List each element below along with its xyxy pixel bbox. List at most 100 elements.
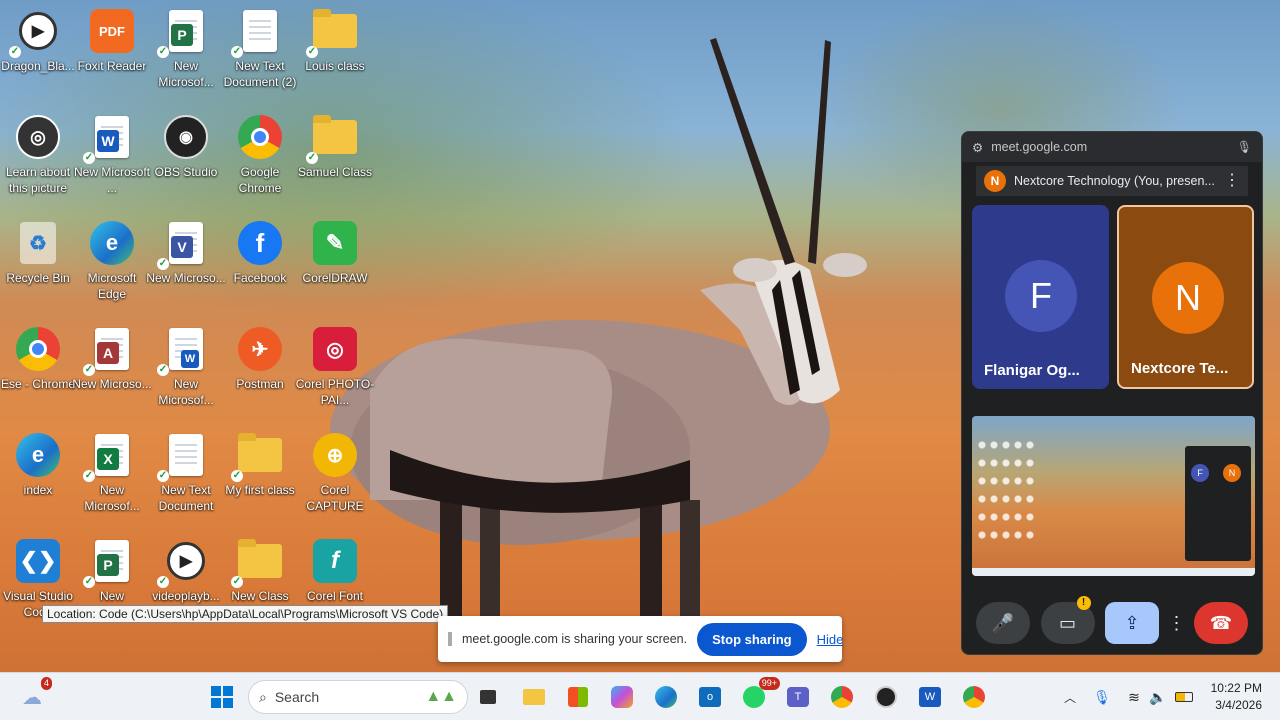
- coreldraw-icon: ✎: [313, 221, 357, 265]
- participant-tile[interactable]: F Flanigar Og...: [972, 205, 1109, 389]
- desktop-icon-facebook[interactable]: f Facebook: [222, 220, 298, 286]
- sync-check-icon: ✓: [306, 46, 318, 58]
- desktop-icon-project-2[interactable]: P ✓ New: [74, 538, 150, 604]
- desktop-icon-index[interactable]: e index: [0, 432, 76, 498]
- participant-name: Nextcore Te...: [1131, 360, 1229, 377]
- desktop-icon-text-doc-2[interactable]: ✓ New Text Document (2): [222, 8, 298, 90]
- chrome-profile-taskbar-button[interactable]: [958, 681, 990, 713]
- meet-presenter-header: N Nextcore Technology (You, presen... ⋮: [976, 166, 1248, 196]
- wallpaper-oryx: [330, 38, 867, 640]
- sync-check-icon: ✓: [157, 576, 169, 588]
- sync-check-icon: ✓: [231, 470, 243, 482]
- desktop-icon-new-class[interactable]: ✓ New Class: [222, 538, 298, 604]
- desktop-icon-foxit[interactable]: PDF Foxit Reader: [74, 8, 150, 74]
- desktop-icon-coreldraw[interactable]: ✎ CorelDRAW: [297, 220, 373, 286]
- obs-icon: [875, 686, 897, 708]
- teams-button[interactable]: T: [782, 681, 814, 713]
- desktop-icon-corel-capture[interactable]: ⊕ Corel CAPTURE: [297, 432, 373, 514]
- more-options-button[interactable]: ⋮: [1167, 602, 1186, 644]
- start-button[interactable]: [206, 681, 238, 713]
- desktop-icon-videoplayback[interactable]: ▶ ✓ videoplayb...: [148, 538, 224, 604]
- desktop-icon-learn-picture[interactable]: ◎ Learn about this picture: [0, 114, 76, 196]
- mic-tray-button[interactable]: 🎙: [1086, 681, 1118, 713]
- camera-button[interactable]: ▭!: [1040, 596, 1095, 644]
- sync-check-icon: ✓: [231, 576, 243, 588]
- folder-icon: [238, 539, 282, 578]
- desktop-icon-visio[interactable]: V ✓ New Microso...: [146, 220, 226, 286]
- desktop-icon-project[interactable]: P ✓ New Microsof...: [148, 8, 224, 90]
- obs-taskbar-button[interactable]: [870, 681, 902, 713]
- chrome-icon: [831, 686, 853, 708]
- more-options-icon: ⋮: [1167, 612, 1186, 633]
- preview-taskbar: [972, 568, 1255, 576]
- sync-check-icon: ✓: [306, 152, 318, 164]
- folder-icon: [313, 115, 357, 154]
- desktop-icon-word-new[interactable]: W ✓ New Microsoft ...: [74, 114, 150, 196]
- desktop-icon-my-first-class[interactable]: ✓ My first class: [222, 432, 298, 498]
- show-hidden-icons-button[interactable]: ︿: [1054, 681, 1086, 713]
- microphone-icon: 🎤: [991, 612, 1015, 633]
- document-icon: X: [95, 434, 129, 476]
- store-button[interactable]: [562, 681, 594, 713]
- participant-tile[interactable]: N Nextcore Te...: [1117, 205, 1254, 389]
- desktop-icon-obs[interactable]: ◉ OBS Studio: [148, 114, 224, 180]
- weather-cloud-icon: ☁: [22, 686, 42, 709]
- taskbar-search[interactable]: ⌕ Search ▲▲: [248, 680, 468, 714]
- meet-pip-window: ⚙ meet.google.com 🎙 N Nextcore Technolog…: [961, 131, 1263, 655]
- desktop-icon-word-2[interactable]: W ✓ New Microsof...: [148, 326, 224, 408]
- weather-widget[interactable]: ☁ 4: [16, 677, 52, 713]
- clock-date[interactable]: 3/4/2026: [1204, 698, 1262, 712]
- wifi-icon: ≋: [1128, 688, 1140, 705]
- desktop-icon-access[interactable]: A ✓ New Microso...: [72, 326, 152, 392]
- chrome-icon: [963, 686, 985, 708]
- desktop: ▶ ✓ Dragon_Bla... PDF Foxit Reader P ✓ New…: [0, 0, 1280, 672]
- whatsapp-button[interactable]: 99+: [738, 677, 780, 713]
- word-taskbar-button[interactable]: W: [914, 681, 946, 713]
- sync-check-icon: ✓: [9, 46, 21, 58]
- sync-check-icon: ✓: [157, 46, 169, 58]
- desktop-icon-edge[interactable]: e Microsoft Edge: [74, 220, 150, 302]
- hide-link[interactable]: Hide: [817, 632, 844, 647]
- desktop-icon-ese-chrome[interactable]: Ese - Chrome: [0, 326, 76, 392]
- hang-up-icon: ☎: [1209, 612, 1233, 633]
- desktop-icon-excel[interactable]: X ✓ New Microsof...: [74, 432, 150, 514]
- document-icon: P: [169, 10, 203, 52]
- desktop-icon-recycle-bin[interactable]: ♻ Recycle Bin: [0, 220, 76, 286]
- more-options-icon[interactable]: ⋮: [1224, 173, 1240, 189]
- desktop-icon-corel-photo[interactable]: ◎ Corel PHOTO-PAI...: [296, 326, 374, 408]
- drag-handle-icon[interactable]: [448, 632, 452, 646]
- task-view-button[interactable]: [472, 681, 504, 713]
- search-highlight-icon: ▲▲: [425, 688, 457, 705]
- desktop-icon-louis-class[interactable]: ✓ Louis class: [297, 8, 373, 74]
- microphone-button[interactable]: 🎤: [976, 602, 1030, 644]
- task-view-icon: [480, 690, 496, 704]
- document-icon: P: [95, 540, 129, 582]
- meet-url: meet.google.com: [991, 140, 1088, 154]
- sync-check-icon: ✓: [83, 576, 95, 588]
- battery-tray-button[interactable]: [1168, 681, 1200, 713]
- file-explorer-button[interactable]: [518, 681, 550, 713]
- site-settings-icon[interactable]: ⚙: [972, 140, 983, 155]
- corel-capture-icon: ⊕: [313, 433, 357, 477]
- chrome-taskbar-button[interactable]: [826, 681, 858, 713]
- search-icon: ⌕: [259, 688, 267, 705]
- media-player-icon: ▶: [167, 542, 205, 580]
- desktop-icon-postman[interactable]: ✈ Postman: [222, 326, 298, 392]
- desktop-icon-samuel-class[interactable]: ✓ Samuel Class: [297, 114, 373, 180]
- desktop-icon-chrome[interactable]: Google Chrome: [222, 114, 298, 196]
- end-call-button[interactable]: ☎: [1194, 602, 1248, 644]
- outlook-button[interactable]: o: [694, 681, 726, 713]
- avatar: F: [1005, 260, 1077, 332]
- desktop-icon-text-doc[interactable]: ✓ New Text Document: [148, 432, 224, 514]
- mic-indicator-icon: 🎙: [1236, 140, 1252, 154]
- desktop-icon-corel-font[interactable]: f Corel Font: [297, 538, 373, 604]
- edge-taskbar-button[interactable]: [650, 681, 682, 713]
- present-screen-button[interactable]: ⇪: [1105, 602, 1159, 644]
- media-player-icon: ▶: [19, 12, 57, 50]
- clock-time[interactable]: 10:22 PM: [1204, 681, 1262, 695]
- copilot-button[interactable]: [606, 681, 638, 713]
- search-placeholder: Search: [274, 689, 320, 705]
- taskbar: ☁ 4 ⌕ Search ▲▲ o 99+ T W ︿ 🎙 ≋ 🔈 10:22 …: [0, 672, 1280, 720]
- stop-sharing-button[interactable]: Stop sharing: [697, 622, 807, 656]
- desktop-icon-dragon[interactable]: ▶ ✓ Dragon_Bla...: [0, 8, 76, 74]
